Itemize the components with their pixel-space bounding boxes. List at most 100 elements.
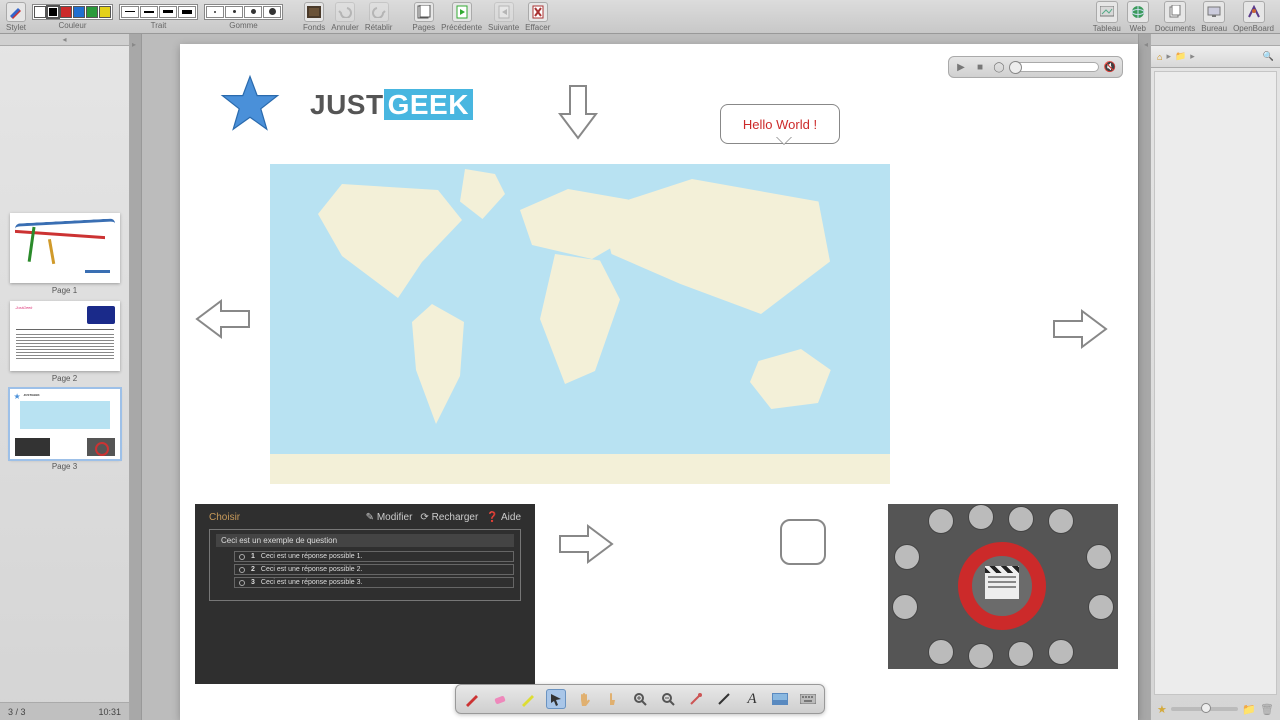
trash-icon[interactable]: 🗑 — [1260, 703, 1274, 716]
highlighter-tool[interactable] — [518, 689, 538, 709]
web-mode-button[interactable] — [1127, 1, 1149, 23]
redo-button[interactable] — [369, 2, 389, 22]
erase-page-button[interactable] — [528, 2, 548, 22]
eraser-3[interactable] — [244, 6, 262, 18]
new-folder-icon[interactable]: 📁 — [1242, 703, 1256, 716]
home-icon[interactable]: ⌂ — [1157, 52, 1162, 62]
quiz-answer-3[interactable]: 3Ceci est une réponse possible 3. — [234, 577, 514, 588]
page-canvas[interactable]: ▶ ■ ◯ 🔇 JUSTGEEK Hello World ! — [180, 44, 1138, 720]
right-gutter[interactable]: ◂ — [1138, 34, 1150, 720]
video-thumbnail[interactable] — [888, 504, 1118, 669]
new-page-button[interactable] — [414, 2, 434, 22]
text-tool[interactable]: A — [742, 689, 762, 709]
thumbnails-collapse-handle[interactable]: ◂ — [0, 34, 129, 46]
zoom-out-tool[interactable] — [658, 689, 678, 709]
stroke-label: Trait — [151, 21, 167, 30]
next-page-button[interactable] — [494, 2, 514, 22]
quiz-edit-button[interactable]: ✎ Modifier — [366, 512, 413, 523]
redo-group: Rétablir — [365, 2, 393, 32]
erase-label: Effacer — [525, 23, 550, 32]
documents-mode-button[interactable] — [1164, 1, 1186, 23]
favorite-icon[interactable]: ★ — [1157, 703, 1167, 716]
speech-bubble[interactable]: Hello World ! — [720, 104, 840, 144]
eraser-4[interactable] — [263, 6, 281, 18]
quiz-widget[interactable]: Choisir ✎ Modifier ⟳ Recharger ❓ Aide Ce… — [195, 504, 535, 684]
eraser-2[interactable] — [225, 6, 243, 18]
stroke-4[interactable] — [178, 6, 196, 18]
desktop-mode-button[interactable] — [1203, 1, 1225, 23]
color-red[interactable] — [60, 6, 72, 18]
eraser-tool[interactable] — [490, 689, 510, 709]
board-mode-button[interactable] — [1096, 1, 1118, 23]
speech-bubble-text: Hello World ! — [743, 117, 817, 132]
zoom-slider[interactable] — [1171, 707, 1238, 711]
hand-tool[interactable] — [574, 689, 594, 709]
quiz-answer-2[interactable]: 2Ceci est une réponse possible 2. — [234, 564, 514, 575]
quiz-answer-1[interactable]: 1Ceci est une réponse possible 1. — [234, 551, 514, 562]
next-group: Suivante — [488, 2, 519, 32]
canvas-area: ▸ ◂ ▶ ■ ◯ 🔇 JUSTGEEK Hello World ! — [130, 34, 1150, 720]
media-controls: ▶ ■ ◯ 🔇 — [948, 56, 1123, 78]
stroke-2[interactable] — [140, 6, 158, 18]
pointer-tool[interactable] — [602, 689, 622, 709]
pen-red-tool[interactable] — [462, 689, 482, 709]
arrow-down-shape[interactable] — [558, 84, 598, 140]
arrow-right-shape-2[interactable] — [558, 524, 614, 564]
stroke-1[interactable] — [121, 6, 139, 18]
selection-tool[interactable] — [546, 689, 566, 709]
openboard-menu-button[interactable] — [1243, 1, 1265, 23]
arrow-right-shape[interactable] — [1052, 309, 1108, 349]
undo-group: Annuler — [331, 2, 359, 32]
quiz-reload-button[interactable]: ⟳ Recharger — [420, 512, 478, 523]
star-shape[interactable] — [220, 74, 280, 134]
backgrounds-button[interactable] — [304, 2, 324, 22]
thumbnail-page-2[interactable]: JustGeek Page 2 — [10, 301, 119, 383]
search-icon[interactable]: 🔍 — [1263, 51, 1274, 62]
play-icon[interactable]: ▶ — [953, 59, 969, 75]
library-collapse-handle[interactable] — [1151, 34, 1280, 46]
stroke-3[interactable] — [159, 6, 177, 18]
stop-icon[interactable]: ■ — [972, 59, 988, 75]
web-label: Web — [1130, 24, 1146, 33]
radio-icon — [239, 580, 245, 586]
color-yellow[interactable] — [99, 6, 111, 18]
chevron-right-icon: ▸ — [1190, 51, 1195, 62]
color-green[interactable] — [86, 6, 98, 18]
brand-part-a: JUST — [310, 89, 384, 120]
volume-icon[interactable]: 🔇 — [1102, 59, 1118, 75]
world-map-image[interactable] — [270, 164, 890, 484]
desktop-label: Bureau — [1201, 24, 1227, 33]
bottom-toolbar: A — [455, 684, 825, 714]
virtual-keyboard-tool[interactable] — [798, 689, 818, 709]
arrow-left-shape[interactable] — [195, 299, 251, 339]
backgrounds-label: Fonds — [303, 23, 325, 32]
line-tool[interactable] — [714, 689, 734, 709]
brand-text[interactable]: JUSTGEEK — [310, 89, 473, 121]
quiz-help-button[interactable]: ❓ Aide — [486, 512, 521, 523]
zoom-in-tool[interactable] — [630, 689, 650, 709]
capture-tool[interactable] — [770, 689, 790, 709]
media-seek-slider[interactable] — [1010, 62, 1099, 72]
eraser-1[interactable] — [206, 6, 224, 18]
left-gutter[interactable]: ▸ — [130, 34, 142, 720]
thumbnail-page-1[interactable]: Page 1 — [10, 213, 119, 295]
undo-button[interactable] — [335, 2, 355, 22]
color-white[interactable] — [34, 6, 46, 18]
library-panel: ⌂ ▸ 📁 ▸ 🔍 ★ 📁 🗑 — [1150, 34, 1280, 720]
loop-icon[interactable]: ◯ — [991, 59, 1007, 75]
clock: 10:31 — [98, 707, 121, 717]
thumbnail-label: Page 3 — [52, 462, 77, 471]
thumbnail-page-3[interactable]: ★JUSTGEEK Page 3 — [10, 389, 119, 471]
board-label: Tableau — [1093, 24, 1121, 33]
library-content[interactable] — [1154, 71, 1277, 695]
pages-label: Pages — [412, 23, 435, 32]
rounded-rect-shape[interactable] — [780, 519, 826, 565]
color-black[interactable] — [47, 6, 59, 18]
prev-page-button[interactable] — [452, 2, 472, 22]
thumbnails-panel: ◂ Page 1 JustGeek Page 2 ★JUSTGEEK Page … — [0, 34, 130, 720]
stylus-tool[interactable] — [6, 2, 26, 22]
color-blue[interactable] — [73, 6, 85, 18]
folder-icon[interactable]: 📁 — [1175, 51, 1186, 62]
laser-tool[interactable] — [686, 689, 706, 709]
board-group: Tableau — [1093, 1, 1121, 33]
